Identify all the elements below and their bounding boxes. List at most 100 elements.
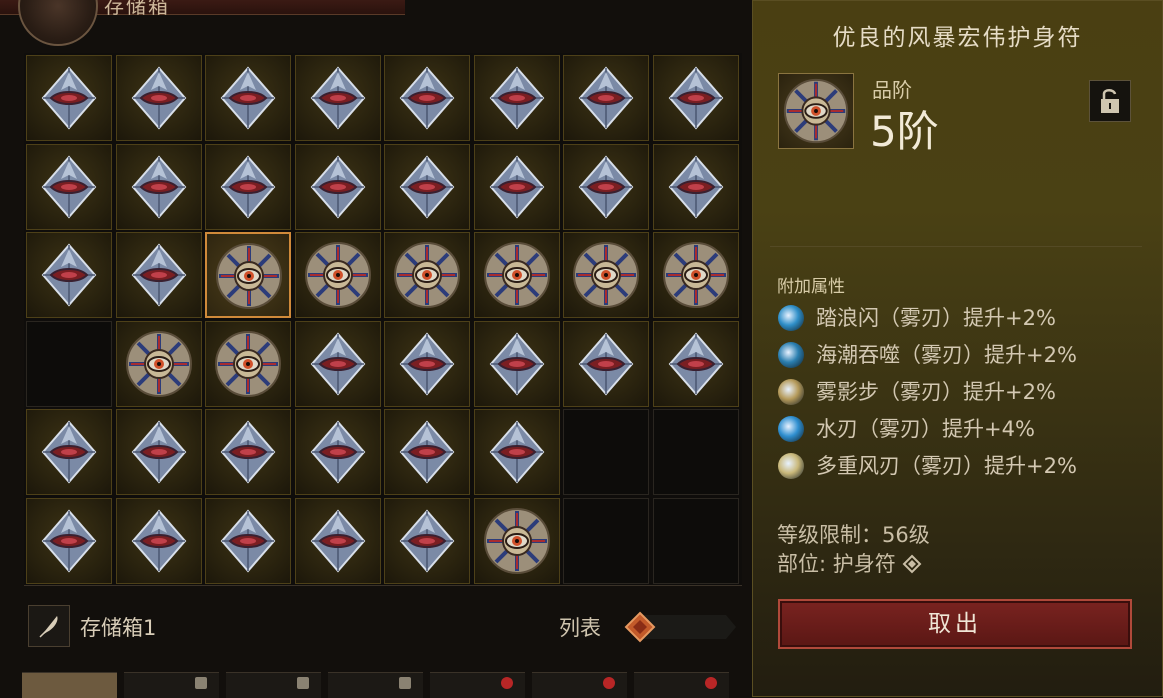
empty-slot[interactable] bbox=[652, 409, 739, 495]
amulet-slot[interactable] bbox=[115, 55, 202, 141]
amulet-slot[interactable] bbox=[384, 497, 470, 584]
list-view-toggle[interactable] bbox=[620, 611, 736, 643]
feather-icon bbox=[39, 616, 58, 638]
storm-amulet-icon bbox=[210, 326, 286, 402]
amulet-slot[interactable] bbox=[384, 55, 470, 141]
amulet-slot[interactable] bbox=[563, 320, 649, 407]
amulet-slot[interactable] bbox=[652, 143, 739, 230]
amulet-slot[interactable] bbox=[652, 320, 739, 407]
timer-icon bbox=[705, 677, 717, 689]
attribute-text: 水刃（雾刃）提升+4% bbox=[816, 417, 1035, 441]
attribute-text: 多重风刃（雾刃）提升+2% bbox=[816, 454, 1077, 478]
amulet-slot[interactable] bbox=[473, 55, 560, 141]
amulet-slot[interactable] bbox=[26, 497, 112, 584]
amulet-slot[interactable] bbox=[26, 232, 112, 318]
storage-tab-active[interactable] bbox=[22, 672, 117, 698]
storm-amulet-slot[interactable] bbox=[652, 232, 739, 318]
amulet-slot[interactable] bbox=[205, 409, 291, 495]
storm-amulet-icon bbox=[211, 238, 287, 314]
equip-slot-text: 部位: 护身符 bbox=[777, 552, 896, 576]
amulet-slot[interactable] bbox=[384, 143, 470, 230]
item-grid bbox=[24, 53, 742, 585]
amulet-slot[interactable] bbox=[205, 497, 291, 584]
amulet-slot[interactable] bbox=[294, 497, 381, 584]
attribute-text: 雾影步（雾刃）提升+2% bbox=[816, 380, 1056, 404]
empty-slot[interactable] bbox=[563, 409, 649, 495]
storage-tab-normal[interactable] bbox=[124, 672, 219, 698]
amulet-icon bbox=[479, 149, 555, 225]
amulet-slot[interactable] bbox=[473, 143, 560, 230]
amulet-slot[interactable] bbox=[473, 409, 560, 495]
empty-slot[interactable] bbox=[563, 497, 649, 584]
amulet-icon bbox=[210, 60, 286, 136]
amulet-slot[interactable] bbox=[26, 143, 112, 230]
amulet-slot[interactable] bbox=[652, 55, 739, 141]
amulet-slot-icon bbox=[903, 554, 922, 574]
amulet-slot[interactable] bbox=[294, 143, 381, 230]
amulet-icon bbox=[210, 414, 286, 490]
attributes-heading: 附加属性 bbox=[777, 277, 845, 297]
attribute-text: 海潮吞噬（雾刃）提升+2% bbox=[816, 343, 1077, 367]
amulet-slot[interactable] bbox=[115, 143, 202, 230]
storm-amulet-slot[interactable] bbox=[473, 232, 560, 318]
amulet-slot[interactable] bbox=[294, 55, 381, 141]
lock-button[interactable] bbox=[1089, 80, 1131, 122]
amulet-slot[interactable] bbox=[563, 55, 649, 141]
empty-slot[interactable] bbox=[26, 320, 112, 407]
attribute-text: 踏浪闪（雾刃）提升+2% bbox=[816, 306, 1056, 330]
storage-tab-timed[interactable] bbox=[532, 672, 627, 698]
storm-amulet-slot[interactable] bbox=[384, 232, 470, 318]
amulet-slot[interactable] bbox=[294, 409, 381, 495]
storm-amulet-slot[interactable] bbox=[294, 232, 381, 318]
timer-icon bbox=[501, 677, 513, 689]
equip-slot-line: 部位: 护身符 bbox=[777, 548, 922, 578]
amulet-icon bbox=[479, 326, 555, 402]
tier-value: 5阶 bbox=[870, 107, 939, 156]
storm-amulet-slot[interactable] bbox=[473, 497, 560, 584]
take-out-button[interactable]: 取出 bbox=[778, 599, 1132, 649]
amulet-slot[interactable] bbox=[294, 320, 381, 407]
amulet-icon bbox=[31, 503, 107, 579]
amulet-slot[interactable] bbox=[563, 143, 649, 230]
rename-box-button[interactable] bbox=[28, 605, 70, 647]
amulet-icon bbox=[658, 326, 734, 402]
tide-devour-icon bbox=[778, 342, 804, 368]
storage-tab-locked[interactable] bbox=[226, 672, 321, 698]
timer-icon bbox=[603, 677, 615, 689]
amulet-slot[interactable] bbox=[384, 409, 470, 495]
amulet-slot[interactable] bbox=[115, 409, 202, 495]
storm-amulet-slot[interactable] bbox=[205, 232, 291, 318]
detail-item-icon bbox=[778, 73, 854, 149]
storm-amulet-slot[interactable] bbox=[205, 320, 291, 407]
storm-amulet-slot[interactable] bbox=[115, 320, 202, 407]
storage-tab-locked[interactable] bbox=[328, 672, 423, 698]
storm-amulet-icon bbox=[121, 326, 197, 402]
storage-tabs bbox=[20, 672, 750, 698]
amulet-icon bbox=[568, 60, 644, 136]
storage-tab-timed[interactable] bbox=[634, 672, 729, 698]
amulet-slot[interactable] bbox=[26, 55, 112, 141]
amulet-slot[interactable] bbox=[384, 320, 470, 407]
storage-title: 存储箱 bbox=[104, 0, 170, 18]
storm-amulet-icon bbox=[779, 74, 853, 148]
amulet-slot[interactable] bbox=[473, 320, 560, 407]
amulet-slot[interactable] bbox=[115, 232, 202, 318]
amulet-slot[interactable] bbox=[205, 143, 291, 230]
amulet-icon bbox=[31, 237, 107, 313]
amulet-slot[interactable] bbox=[205, 55, 291, 141]
amulet-slot[interactable] bbox=[26, 409, 112, 495]
storage-tab-timed[interactable] bbox=[430, 672, 525, 698]
storm-amulet-slot[interactable] bbox=[563, 232, 649, 318]
amulet-icon bbox=[658, 60, 734, 136]
storage-emblem-icon bbox=[18, 0, 98, 46]
footer-divider bbox=[24, 585, 742, 586]
amulet-icon bbox=[568, 326, 644, 402]
amulet-slot[interactable] bbox=[115, 497, 202, 584]
empty-slot[interactable] bbox=[652, 497, 739, 584]
list-view-label: 列表 bbox=[559, 616, 601, 640]
lock-icon bbox=[195, 677, 207, 689]
amulet-icon bbox=[121, 503, 197, 579]
storm-amulet-icon bbox=[479, 503, 555, 579]
storm-amulet-icon bbox=[479, 237, 555, 313]
amulet-icon bbox=[300, 326, 376, 402]
